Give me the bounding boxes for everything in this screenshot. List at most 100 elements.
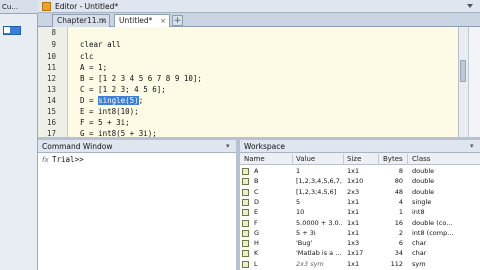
command-window[interactable] <box>38 153 236 270</box>
editor-right-margin <box>468 27 480 137</box>
cell-name: K <box>254 249 259 257</box>
editor-icon <box>42 2 51 11</box>
column-divider[interactable] <box>378 154 379 165</box>
cell-name: E <box>254 208 259 216</box>
line-number: 16 <box>46 118 56 127</box>
cell-value: 2x3 sym <box>296 260 324 268</box>
cell-value: 5 + 3i <box>296 229 316 237</box>
cell-bytes: 2 <box>398 229 403 237</box>
workspace-title: Workspace <box>240 140 480 153</box>
column-header-value[interactable]: Value <box>296 155 315 163</box>
line-number: 14 <box>46 96 56 105</box>
column-header-size[interactable]: Size <box>347 155 361 163</box>
variable-icon <box>242 189 249 196</box>
cell-size: 1x10 <box>347 177 364 185</box>
cell-class: char <box>412 249 427 257</box>
cell-size: 1x3 <box>347 239 360 247</box>
cell-bytes: 6 <box>398 239 403 247</box>
close-icon[interactable]: × <box>160 15 166 27</box>
cell-class: double <box>412 188 435 196</box>
tab-chapter11[interactable]: Chapter11.m × <box>52 14 110 27</box>
code-line: D = single(5); <box>80 96 143 105</box>
line-number: 12 <box>46 74 56 83</box>
cell-class: double (co... <box>412 219 453 227</box>
variable-icon <box>242 168 249 175</box>
cell-class: double <box>412 167 435 175</box>
tab-label: Untitled* <box>119 16 153 25</box>
tab-untitled[interactable]: Untitled* × <box>114 14 170 27</box>
current-folder-panel <box>0 0 38 270</box>
cell-bytes: 8 <box>398 167 403 175</box>
code-line: C = [1 2 3; 4 5 6]; <box>80 85 166 94</box>
window-options-icon[interactable]: ▾ <box>226 140 230 153</box>
code-line: B = [1 2 3 4 5 6 7 8 9 10]; <box>80 74 202 83</box>
line-number: 11 <box>46 63 56 72</box>
cell-value: 10 <box>296 208 305 216</box>
variable-icon <box>242 178 249 185</box>
cell-value: [1,2,3;4,5,6] <box>296 188 337 196</box>
tab-label: Chapter11.m <box>57 16 107 25</box>
cell-name: D <box>254 198 260 206</box>
column-divider[interactable] <box>343 154 344 165</box>
variable-icon <box>242 220 249 227</box>
editor-scrollbar[interactable] <box>458 27 468 137</box>
scrollbar-thumb[interactable] <box>460 60 466 82</box>
code-text: D = <box>80 96 99 105</box>
cell-bytes: 48 <box>394 188 403 196</box>
cell-name: G <box>254 229 260 237</box>
code-line: F = 5 + 3i; <box>80 118 130 127</box>
line-number: 10 <box>46 52 56 61</box>
line-number: 8 <box>51 28 56 37</box>
cell-name: L <box>254 260 258 268</box>
line-number: 15 <box>46 107 56 116</box>
cell-size: 1x1 <box>347 260 360 268</box>
cell-bytes: 1 <box>398 208 403 216</box>
column-header-name[interactable]: Name <box>244 155 265 163</box>
cell-name: F <box>254 219 258 227</box>
cell-size: 1x17 <box>347 249 364 257</box>
cell-bytes: 16 <box>394 219 403 227</box>
command-prompt[interactable]: Trial>> <box>52 155 84 164</box>
window-options-icon[interactable]: ▾ <box>470 140 474 153</box>
command-window-title: Command Window <box>38 140 236 153</box>
variable-icon <box>242 240 249 247</box>
current-folder-title[interactable]: Cu... <box>0 0 38 14</box>
cell-value: 5 <box>296 198 301 206</box>
cell-size: 1x1 <box>347 198 360 206</box>
cell-class: int8 (comp... <box>412 229 454 237</box>
variable-icon <box>242 209 249 216</box>
variable-icon <box>242 199 249 206</box>
cell-class: int8 <box>412 208 425 216</box>
code-text: ; <box>138 96 144 105</box>
line-number: 9 <box>51 40 56 49</box>
cell-bytes: 34 <box>394 249 403 257</box>
cell-bytes: 4 <box>398 198 403 206</box>
column-header-bytes[interactable]: Bytes <box>383 155 403 163</box>
file-icon <box>4 27 10 33</box>
cell-value: 1 <box>296 167 301 175</box>
column-divider[interactable] <box>292 154 293 165</box>
column-header-class[interactable]: Class <box>412 155 430 163</box>
cell-class: single <box>412 198 432 206</box>
new-tab-button[interactable]: + <box>172 15 183 26</box>
close-icon[interactable]: × <box>100 15 106 27</box>
code-line: clear all <box>80 40 121 49</box>
cell-value: 'Matlab is a ... <box>296 249 342 257</box>
cell-size: 1x1 <box>347 167 360 175</box>
column-divider[interactable] <box>407 154 408 165</box>
selected-text: single(5) <box>98 96 139 105</box>
code-line: A = 1; <box>80 63 108 72</box>
cell-size: 1x1 <box>347 219 360 227</box>
cell-name: H <box>254 239 259 247</box>
variable-icon <box>242 230 249 237</box>
window-options-icon[interactable] <box>466 2 474 10</box>
cell-bytes: 80 <box>394 177 403 185</box>
code-line: clc <box>80 52 94 61</box>
cell-size: 2x3 <box>347 188 360 196</box>
cell-class: double <box>412 177 435 185</box>
function-browser-icon[interactable]: fx <box>42 156 49 164</box>
cell-size: 1x1 <box>347 229 360 237</box>
cell-class: char <box>412 239 427 247</box>
cell-size: 1x1 <box>347 208 360 216</box>
cell-value: 5.0000 + 3.0... <box>296 219 342 227</box>
